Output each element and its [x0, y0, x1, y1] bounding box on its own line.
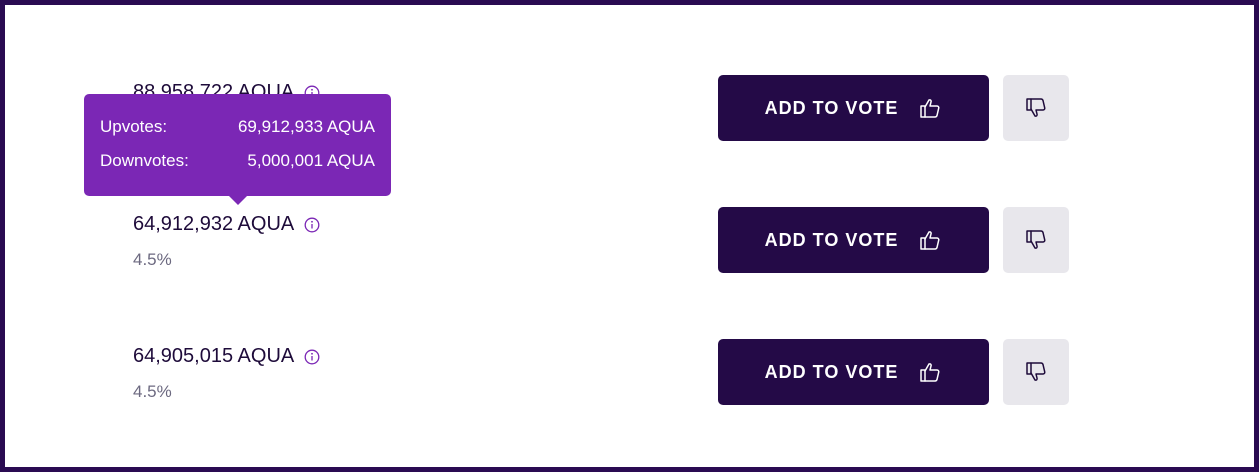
market-row: 64,905,015 AQUA 4.5% ADD TO VOTE	[5, 339, 1254, 449]
info-icon[interactable]	[304, 217, 320, 233]
add-to-vote-label: ADD TO VOTE	[764, 229, 899, 250]
thumb-up-icon	[920, 363, 940, 382]
tooltip-upvotes-value: 69,912,933 AQUA	[237, 117, 375, 136]
downvote-button[interactable]	[1003, 75, 1069, 141]
votes-amount: 64,912,932 AQUA	[133, 213, 320, 236]
thumb-up-icon	[920, 99, 940, 118]
add-to-vote-button[interactable]: ADD TO VOTE	[718, 75, 989, 141]
tooltip-downvotes-line: Downvotes: 5,000,001 AQUA	[100, 144, 375, 178]
add-to-vote-button[interactable]: ADD TO VOTE	[718, 207, 989, 273]
downvote-button[interactable]	[1003, 207, 1069, 273]
add-to-vote-label: ADD TO VOTE	[764, 361, 899, 382]
tooltip-downvotes-label: Downvotes:	[100, 151, 189, 170]
votes-amount-text: 64,905,015 AQUA	[133, 345, 295, 367]
votes-amount: 64,905,015 AQUA	[133, 345, 320, 368]
voting-panel: 88,958,722 AQUA ADD TO VOTE 64,912,932 A…	[5, 5, 1254, 467]
thumb-down-icon	[1026, 230, 1046, 249]
thumb-down-icon	[1026, 362, 1046, 381]
votes-amount-text: 64,912,932 AQUA	[133, 213, 295, 235]
tooltip-arrow	[229, 196, 247, 205]
tooltip-upvotes-label: Upvotes:	[100, 117, 168, 136]
thumb-down-icon	[1026, 98, 1046, 117]
add-to-vote-button[interactable]: ADD TO VOTE	[718, 339, 989, 405]
thumb-up-icon	[920, 231, 940, 250]
downvote-button[interactable]	[1003, 339, 1069, 405]
add-to-vote-label: ADD TO VOTE	[764, 97, 899, 118]
votes-tooltip: Upvotes: 69,912,933 AQUA Downvotes: 5,00…	[84, 94, 391, 205]
votes-percent: 4.5%	[133, 382, 172, 401]
info-icon[interactable]	[304, 349, 320, 365]
tooltip-downvotes-value: 5,000,001 AQUA	[247, 151, 375, 170]
votes-percent: 4.5%	[133, 250, 172, 269]
market-row: 64,912,932 AQUA 4.5% ADD TO VOTE	[5, 207, 1254, 317]
tooltip-upvotes-line: Upvotes: 69,912,933 AQUA	[100, 110, 375, 144]
